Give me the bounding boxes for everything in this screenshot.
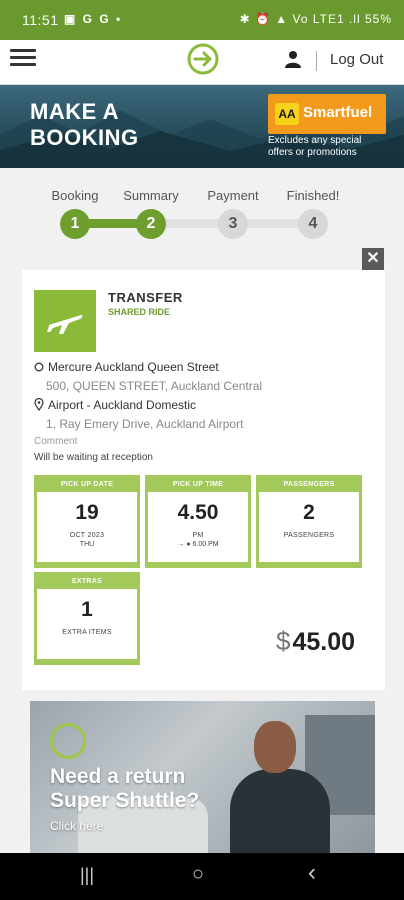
pickup-circle-icon bbox=[34, 362, 44, 372]
super-shuttle-logo-icon[interactable] bbox=[187, 43, 219, 75]
step-number: 4 bbox=[298, 209, 328, 239]
tile-header: PASSENGERS bbox=[283, 481, 335, 488]
dropoff-address: 1, Ray Emery Drive, Auckland Airport bbox=[46, 417, 244, 431]
tile-line1: PASSENGERS bbox=[283, 532, 335, 539]
tile-line2: → ● 6.00 PM bbox=[177, 541, 219, 548]
price-value: 45.00 bbox=[292, 628, 356, 656]
promo-driver bbox=[230, 721, 330, 853]
tile-value: 4.50 bbox=[177, 501, 219, 524]
app-header: Log Out bbox=[0, 40, 404, 85]
pickup-time-tile: PICK UP TIME 4.50 PM → ● 6.00 PM bbox=[145, 475, 251, 568]
system-icons: ✱ ⏰ ▲ Vo LTE1 .ll 55% bbox=[240, 12, 392, 26]
step-label: Summary bbox=[123, 188, 179, 203]
comment-text: Will be waiting at reception bbox=[34, 452, 153, 463]
tile-line1: PM bbox=[192, 532, 204, 539]
step-number: 1 bbox=[60, 209, 90, 239]
promo-title: Need a return Super Shuttle? bbox=[50, 765, 199, 813]
banner-note: Excludes any special offers or promotion… bbox=[268, 135, 362, 158]
step-booking[interactable]: Booking 1 bbox=[35, 188, 115, 239]
banner-title: MAKE A BOOKING bbox=[30, 99, 139, 151]
step-label: Booking bbox=[51, 188, 99, 203]
status-bar: 11:51 ▣ G G • ✱ ⏰ ▲ Vo LTE1 .ll 55% bbox=[0, 0, 404, 40]
comment-label: Comment bbox=[34, 436, 78, 447]
smartfuel-label: Smartfuel bbox=[303, 104, 373, 121]
aa-logo: AA bbox=[275, 103, 299, 125]
smartfuel-badge[interactable]: AA Smartfuel bbox=[268, 94, 386, 134]
step-label: Finished! bbox=[286, 188, 340, 203]
hamburger-icon[interactable] bbox=[10, 49, 36, 71]
promo-title-line1: Need a return bbox=[50, 765, 186, 788]
close-button[interactable]: ✕ bbox=[362, 248, 384, 270]
step-payment[interactable]: Payment 3 bbox=[193, 188, 273, 239]
tile-value: 2 bbox=[303, 501, 315, 524]
tile-line2: THU bbox=[79, 541, 95, 548]
pickup-address: 500, QUEEN STREET, Auckland Central bbox=[46, 379, 263, 393]
back-icon[interactable]: ‹ bbox=[308, 859, 316, 887]
dropoff-name: Airport - Auckland Domestic bbox=[48, 398, 197, 412]
user-icon[interactable] bbox=[284, 50, 302, 68]
promo-cta[interactable]: Click here bbox=[50, 819, 103, 833]
step-finished[interactable]: Finished! 4 bbox=[273, 188, 353, 239]
tile-header: EXTRAS bbox=[71, 578, 103, 585]
passengers-tile: PASSENGERS 2 PASSENGERS bbox=[256, 475, 362, 568]
logout-link[interactable]: Log Out bbox=[330, 51, 383, 68]
booking-summary-card: TRANSFER SHARED RIDE Mercure Auckland Qu… bbox=[22, 270, 385, 690]
tile-header: PICK UP DATE bbox=[60, 481, 114, 488]
map-pin-icon bbox=[34, 398, 44, 411]
tile-line1: OCT 2023 bbox=[69, 532, 105, 539]
status-time: 11:51 bbox=[22, 12, 59, 28]
battery-level: 55% bbox=[364, 12, 392, 26]
step-number: 3 bbox=[218, 209, 248, 239]
step-label: Payment bbox=[207, 188, 259, 203]
currency-symbol: $ bbox=[276, 626, 291, 656]
pickup-date-tile: PICK UP DATE 19 OCT 2023 THU bbox=[34, 475, 140, 568]
tile-value: 1 bbox=[81, 598, 93, 621]
notification-icons: ▣ G G • bbox=[64, 12, 123, 26]
booking-subtype: SHARED RIDE bbox=[108, 307, 171, 317]
booking-type: TRANSFER bbox=[108, 290, 183, 305]
promo-title-line2: Super Shuttle? bbox=[50, 789, 200, 812]
banner-title-line2: BOOKING bbox=[30, 125, 139, 150]
tile-value: 19 bbox=[75, 501, 99, 524]
extras-tile: EXTRAS 1 EXTRA ITEMS bbox=[34, 572, 140, 665]
step-summary[interactable]: Summary 2 bbox=[111, 188, 191, 239]
step-number: 2 bbox=[136, 209, 166, 239]
pickup-name: Mercure Auckland Queen Street bbox=[48, 360, 219, 374]
recent-apps-icon[interactable]: ||| bbox=[80, 865, 94, 886]
transfer-type-tile bbox=[34, 290, 96, 352]
banner-title-line1: MAKE A bbox=[30, 99, 119, 124]
plane-icon bbox=[47, 314, 83, 334]
tile-header: PICK UP TIME bbox=[172, 481, 224, 488]
home-icon[interactable]: ○ bbox=[192, 863, 204, 886]
promo-logo-icon bbox=[50, 723, 86, 759]
booking-banner: MAKE A BOOKING AA Smartfuel Excludes any… bbox=[0, 85, 404, 168]
tile-line1: EXTRA ITEMS bbox=[62, 629, 112, 636]
system-nav-bar: ||| ○ ‹ bbox=[0, 853, 404, 900]
signal-icons: ✱ ⏰ ▲ Vo LTE1 .ll bbox=[239, 12, 361, 26]
return-shuttle-promo[interactable]: Need a return Super Shuttle? Click here bbox=[30, 701, 375, 853]
header-divider bbox=[316, 51, 317, 71]
total-price: $45.00 bbox=[276, 626, 355, 657]
